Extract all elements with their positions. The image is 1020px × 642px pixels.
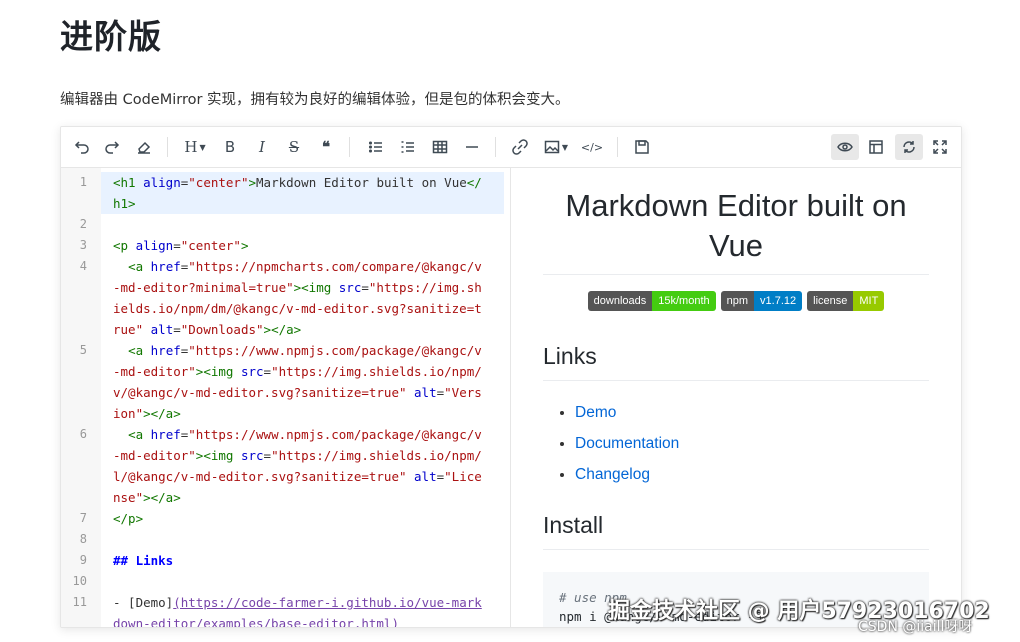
downloads-badge[interactable]: downloads 15k/month — [587, 291, 716, 311]
links-heading: Links — [543, 343, 929, 381]
save-icon[interactable] — [629, 134, 655, 160]
preview-title: Markdown Editor built on Vue — [543, 186, 929, 275]
list-item: Documentation — [575, 428, 929, 459]
bold-icon[interactable]: B — [217, 134, 243, 160]
table-icon[interactable] — [427, 134, 453, 160]
redo-icon[interactable] — [99, 134, 125, 160]
image-icon[interactable]: ▼ — [539, 134, 573, 160]
unordered-list-icon[interactable] — [363, 134, 389, 160]
install-heading: Install — [543, 512, 929, 550]
badge-row: downloads 15k/month npm v1.7.12 license MIT — [543, 291, 929, 311]
clear-icon[interactable] — [131, 134, 157, 160]
code-content[interactable]: 1 <h1 align="center">Markdown Editor buil… — [73, 172, 504, 627]
toc-icon[interactable] — [863, 134, 889, 160]
version-badge[interactable]: npm v1.7.12 — [720, 291, 803, 311]
code-icon[interactable]: </> — [579, 134, 605, 160]
toolbar-divider — [495, 137, 496, 157]
toolbar-divider — [617, 137, 618, 157]
page-title: 进阶版 — [60, 17, 162, 56]
heading-icon[interactable]: H ▼ — [179, 134, 211, 160]
undo-icon[interactable] — [69, 134, 95, 160]
documentation-link[interactable]: Documentation — [575, 435, 679, 452]
sync-scroll-icon[interactable] — [895, 134, 923, 160]
link-icon[interactable] — [507, 134, 533, 160]
strikethrough-icon[interactable]: S — [281, 134, 307, 160]
fullscreen-icon[interactable] — [927, 134, 953, 160]
list-item: Changelog — [575, 459, 929, 490]
links-list: Demo Documentation Changelog — [543, 397, 929, 490]
editor-toolbar: H ▼ B I S ❝ ▼ </> — [61, 127, 961, 168]
list-item: Demo — [575, 397, 929, 428]
demo-link[interactable]: Demo — [575, 404, 616, 421]
horizontal-rule-icon[interactable] — [459, 134, 485, 160]
italic-icon[interactable]: I — [249, 134, 275, 160]
preview-icon[interactable] — [831, 134, 859, 160]
intro-text: 编辑器由 CodeMirror 实现，拥有较为良好的编辑体验，但是包的体积会变大… — [60, 92, 570, 108]
toolbar-divider — [167, 137, 168, 157]
quote-icon[interactable]: ❝ — [313, 134, 339, 160]
csdn-watermark: CSDN @iiaill呀呀 — [858, 619, 973, 635]
ordered-list-icon[interactable] — [395, 134, 421, 160]
changelog-link[interactable]: Changelog — [575, 466, 650, 483]
toolbar-divider — [349, 137, 350, 157]
code-editor-pane[interactable]: 1 <h1 align="center">Markdown Editor buil… — [61, 168, 511, 627]
preview-pane: Markdown Editor built on Vue downloads 15… — [511, 168, 961, 627]
license-badge[interactable]: license MIT — [807, 291, 885, 311]
markdown-editor: H ▼ B I S ❝ ▼ </> 1 <h1 align="center">M… — [60, 126, 962, 628]
